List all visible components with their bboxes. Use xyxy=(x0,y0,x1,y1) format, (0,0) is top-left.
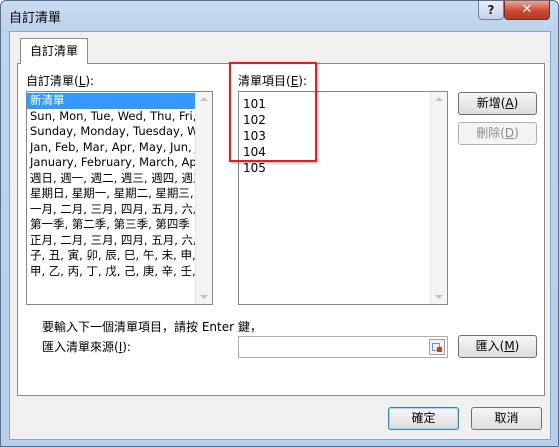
import-source-input[interactable] xyxy=(238,336,448,358)
help-button[interactable]: ? xyxy=(478,1,504,20)
dialog-window: 自訂清單 ? ✕ 自訂清單 自訂清單(L): 新清單 Sun, Mon, Tue,… xyxy=(0,0,559,447)
custom-lists-items: 新清單Sun, Mon, Tue, Wed, Thu, Fri, SaSunda… xyxy=(27,93,195,279)
import-source-label: 匯入清單來源(I): xyxy=(42,340,131,354)
custom-list-item[interactable]: 正月, 二月, 三月, 四月, 五月, 六月, xyxy=(27,233,195,249)
enter-hint-text: 要輸入下一個清單項目，請按 Enter 鍵， xyxy=(42,320,262,334)
range-arrow-shape xyxy=(437,347,442,352)
list-entry-line: 105 xyxy=(243,161,266,175)
custom-list-item[interactable]: 甲, 乙, 丙, 丁, 戊, 己, 庚, 辛, 壬, 癸 xyxy=(27,264,195,280)
custom-lists-label: 自訂清單(L): xyxy=(26,74,95,88)
list-entries-scrollbar[interactable] xyxy=(430,92,447,304)
range-select-icon[interactable] xyxy=(429,339,445,355)
custom-list-item[interactable]: Sunday, Monday, Tuesday, Wed xyxy=(27,124,195,140)
custom-list-item[interactable]: 一月, 二月, 三月, 四月, 五月, 六月, xyxy=(27,202,195,218)
scroll-up-icon[interactable] xyxy=(435,97,443,101)
custom-list-item[interactable]: 新清單 xyxy=(27,93,195,109)
custom-list-item[interactable]: 子, 丑, 寅, 卯, 辰, 巳, 午, 未, 申, 酉, xyxy=(27,248,195,264)
scroll-down-icon[interactable] xyxy=(200,295,208,299)
custom-lists-scrollbar[interactable] xyxy=(195,92,212,304)
cancel-button[interactable]: 取消 xyxy=(471,407,542,430)
add-button[interactable]: 新增(A) xyxy=(458,92,537,115)
custom-lists-listbox[interactable]: 新清單Sun, Mon, Tue, Wed, Thu, Fri, SaSunda… xyxy=(26,91,213,305)
scroll-down-icon[interactable] xyxy=(435,295,443,299)
scroll-up-icon[interactable] xyxy=(200,97,208,101)
custom-list-item[interactable]: 週日, 週一, 週二, 週三, 週四, 週五, xyxy=(27,171,195,187)
custom-list-item[interactable]: Sun, Mon, Tue, Wed, Thu, Fri, Sa xyxy=(27,109,195,125)
annotation-highlight-box xyxy=(229,62,317,162)
dialog-client-area: 自訂清單 自訂清單(L): 新清單 Sun, Mon, Tue, Wed, Thu… xyxy=(9,31,551,440)
delete-button[interactable]: 刪除(D) xyxy=(458,122,537,145)
custom-list-item[interactable]: 第一季, 第二季, 第三季, 第四季 xyxy=(27,217,195,233)
custom-list-item[interactable]: January, February, March, April, I xyxy=(27,155,195,171)
custom-list-item[interactable]: 星期日, 星期一, 星期二, 星期三, 星 xyxy=(27,186,195,202)
title-bar[interactable]: 自訂清單 ? ✕ xyxy=(1,1,558,31)
close-button[interactable]: ✕ xyxy=(504,1,550,20)
custom-list-item[interactable]: Jan, Feb, Mar, Apr, May, Jun, Jul, xyxy=(27,140,195,156)
ok-button[interactable]: 確定 xyxy=(388,407,459,430)
dialog-title: 自訂清單 xyxy=(9,11,62,26)
import-button[interactable]: 匯入(M) xyxy=(458,335,537,358)
tab-custom-lists[interactable]: 自訂清單 xyxy=(20,38,88,64)
tab-panel: 自訂清單(L): 新清單 Sun, Mon, Tue, Wed, Thu, Fri… xyxy=(17,62,545,396)
